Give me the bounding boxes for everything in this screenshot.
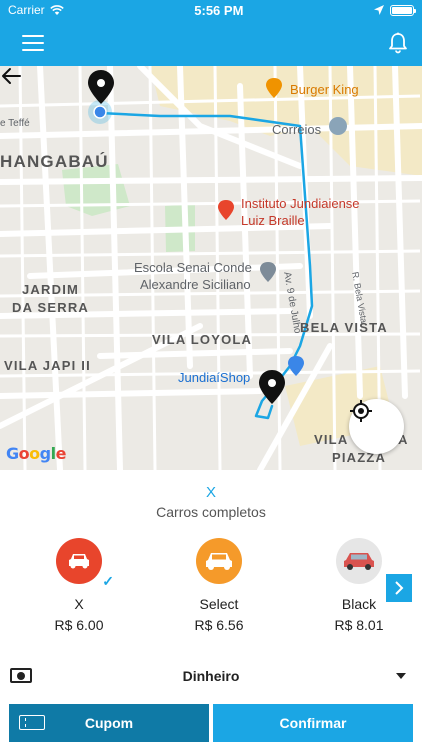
car-circle: ✓ xyxy=(56,538,114,589)
wifi-icon xyxy=(49,4,64,15)
map-label-teffe: e Teffé xyxy=(0,118,30,129)
my-location-button[interactable] xyxy=(349,399,404,454)
map-label-vila-japi: VILA JAPI II xyxy=(4,358,91,373)
car-icon xyxy=(344,553,374,570)
map-label-escola-2: Alexandre Siciliano xyxy=(140,277,251,292)
status-bar: Carrier 5:56 PM xyxy=(0,0,422,20)
car-price: R$ 6.56 xyxy=(194,617,244,633)
google-logo-letter: g xyxy=(39,444,51,463)
car-name: X xyxy=(74,596,84,612)
bell-icon[interactable] xyxy=(388,32,408,54)
chevron-down-icon xyxy=(396,673,406,679)
car-circle xyxy=(336,538,382,584)
car-name: Select xyxy=(199,596,239,612)
hamburger-menu-icon[interactable] xyxy=(22,35,44,51)
map-label-instituto-2: Luiz Braille xyxy=(241,213,305,228)
category-title: X xyxy=(205,484,216,501)
payment-method-label: Dinheiro xyxy=(182,668,240,684)
confirm-button[interactable]: Confirmar xyxy=(213,704,413,742)
car-option-x[interactable]: ✓ X R$ 6.00 xyxy=(29,538,129,633)
car-price: R$ 8.01 xyxy=(334,617,384,633)
google-logo-letter: o xyxy=(18,444,30,463)
top-navbar xyxy=(0,20,422,66)
map-label-vila-piazza-1: VILA xyxy=(314,432,349,447)
map-label-instituto-1: Instituto Jundiaiense xyxy=(241,196,360,211)
car-icon xyxy=(69,554,89,569)
ride-options-panel: X Carros completos ✓ X R$ 6.00 Select R$… xyxy=(0,470,422,750)
map-label-jardim-1: JARDIM xyxy=(22,282,80,297)
selected-check-icon: ✓ xyxy=(102,573,114,589)
map-label-jardim-2: DA SERRA xyxy=(12,300,90,315)
map-label-vila-loyola: VILA LOYOLA xyxy=(152,332,253,347)
google-logo-letter: e xyxy=(55,444,67,463)
location-arrow-icon xyxy=(374,5,384,15)
car-icon xyxy=(206,553,232,570)
car-price: R$ 6.00 xyxy=(54,617,104,633)
confirm-label: Confirmar xyxy=(279,715,347,731)
back-arrow-icon[interactable] xyxy=(0,66,22,86)
payment-method-selector[interactable]: Dinheiro xyxy=(0,662,422,690)
map-label-hangabau: HANGABAÚ xyxy=(0,152,109,171)
map-label-bela-vista: BELA VISTA xyxy=(300,320,388,335)
ticket-icon xyxy=(19,715,45,730)
coupon-label: Cupom xyxy=(84,715,134,731)
carrier-label: Carrier xyxy=(8,3,45,17)
car-option-select[interactable]: Select R$ 6.56 xyxy=(169,538,269,633)
crosshair-icon xyxy=(350,400,372,422)
google-logo-letter: o xyxy=(29,444,40,463)
map-label-jundiai-shop: JundiaíShop xyxy=(178,370,251,385)
next-cars-button[interactable] xyxy=(386,574,412,602)
map-label-burger-king: Burger King xyxy=(290,82,359,97)
map-label-correios: Correios xyxy=(272,122,322,137)
map-label-escola-1: Escola Senai Conde xyxy=(134,260,252,275)
chevron-right-icon xyxy=(395,581,404,595)
map-view[interactable]: e Teffé Burger King Correios HANGABAÚ In… xyxy=(0,66,422,470)
coupon-button[interactable]: Cupom xyxy=(9,704,209,742)
google-logo: Google xyxy=(6,444,66,463)
clock: 5:56 PM xyxy=(194,2,244,18)
cash-icon xyxy=(10,668,32,683)
battery-icon xyxy=(390,4,416,16)
category-subtitle: Carros completos xyxy=(156,504,266,520)
car-circle xyxy=(196,538,242,584)
google-logo-letter: G xyxy=(6,444,19,463)
